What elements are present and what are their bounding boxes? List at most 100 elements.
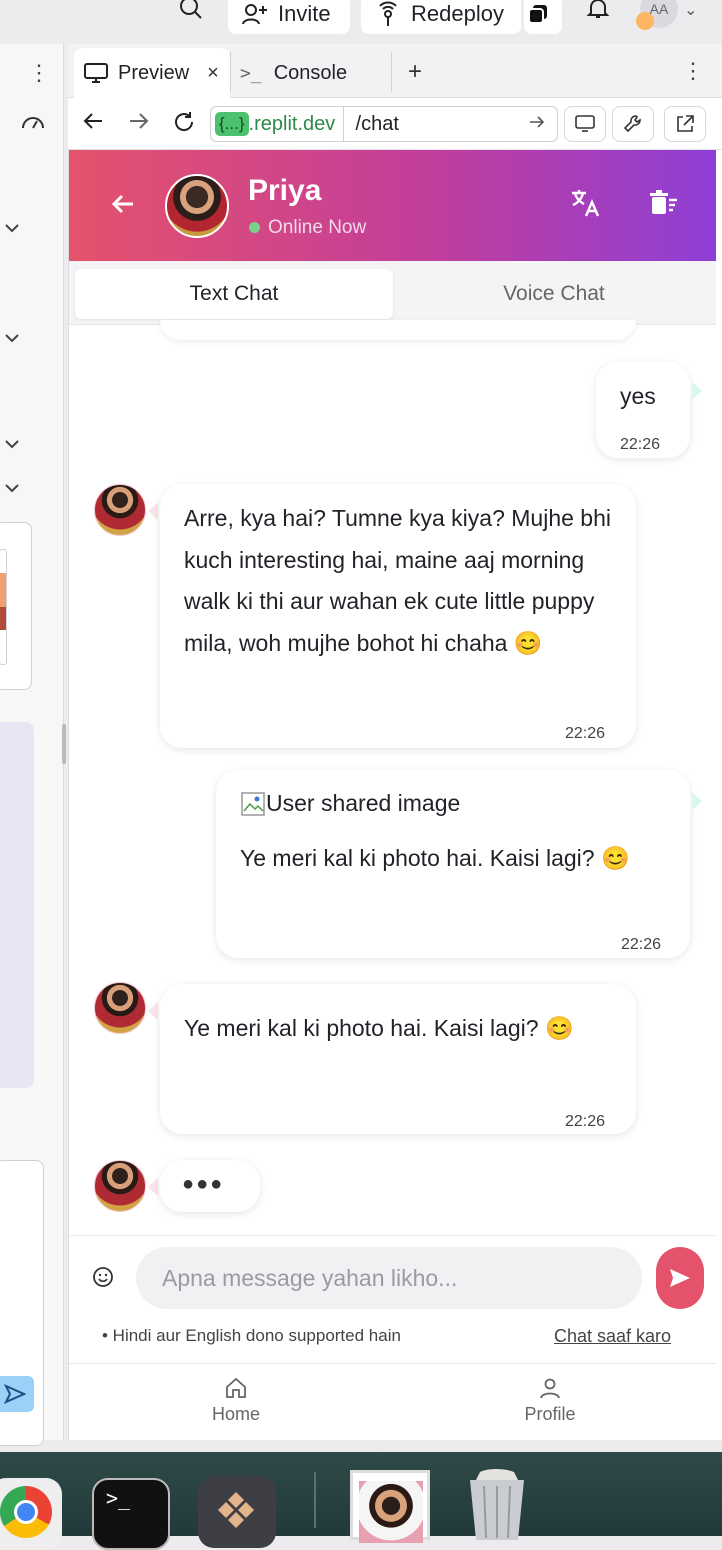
emoji-icon[interactable] <box>92 1266 114 1293</box>
add-tab-icon[interactable]: + <box>408 58 422 86</box>
resize-handle[interactable] <box>62 724 66 764</box>
avatar <box>94 484 146 536</box>
invite-button[interactable]: Invite <box>228 0 350 34</box>
send-button[interactable] <box>656 1247 704 1309</box>
back-arrow-icon[interactable] <box>82 110 104 137</box>
bubble-tail <box>692 792 702 810</box>
chat-header: Priya Online Now <box>69 150 716 261</box>
more-options-icon[interactable]: ⋮ <box>28 60 50 86</box>
message-input[interactable] <box>136 1247 642 1309</box>
clear-chat-link[interactable]: Chat saaf karo <box>554 1326 671 1347</box>
back-arrow-icon[interactable] <box>109 190 137 223</box>
avatar <box>94 982 146 1034</box>
typing-indicator: ●●● <box>160 1160 260 1212</box>
pane-tabbar: Preview × >_ Console + ⋮ <box>68 44 722 98</box>
devtools-button[interactable] <box>612 106 654 142</box>
tab-console-label: Console <box>273 61 348 84</box>
trash-icon[interactable] <box>462 1468 532 1540</box>
message-time: 22:26 <box>565 1113 606 1130</box>
home-icon <box>226 1377 246 1398</box>
tab-divider <box>230 52 231 92</box>
forward-arrow-icon[interactable] <box>128 110 150 137</box>
deploy-icon <box>379 1 397 26</box>
workspace-topbar: Invite Redeploy AA ⌄ <box>0 0 722 44</box>
user-icon <box>540 1378 560 1399</box>
status-text: Online Now <box>268 217 367 238</box>
bubble-tail <box>148 502 158 520</box>
thumbnail-card[interactable] <box>0 522 32 690</box>
redeploy-button[interactable]: Redeploy <box>361 0 521 34</box>
photo-stack-icon[interactable] <box>350 1470 430 1543</box>
nav-profile[interactable]: Profile <box>490 1376 610 1425</box>
terminal-app-icon[interactable]: >_ <box>92 1478 170 1550</box>
nav-home[interactable]: Home <box>176 1376 296 1425</box>
chevron-down-icon[interactable] <box>4 480 20 498</box>
send-icon <box>670 1269 690 1287</box>
left-panel: ⋮ <box>0 44 64 1446</box>
chevron-down-icon[interactable] <box>4 330 20 348</box>
search-icon[interactable] <box>178 0 204 27</box>
chevron-down-icon[interactable]: ⌄ <box>684 0 697 20</box>
avatar <box>94 1160 146 1212</box>
chevron-down-icon[interactable] <box>4 436 20 454</box>
avatar-initials: AA <box>649 1 669 17</box>
dock-divider <box>314 1472 316 1528</box>
sparkle-badge-icon <box>636 12 654 30</box>
clear-chat-icon[interactable] <box>649 188 679 223</box>
agent-panel <box>0 722 34 1088</box>
image-alt-text: User shared image <box>266 790 461 817</box>
tab-preview[interactable]: Preview × <box>74 48 230 98</box>
close-icon[interactable]: × <box>207 62 219 85</box>
tab-voice-chat[interactable]: Voice Chat <box>395 269 713 319</box>
go-arrow-icon[interactable] <box>529 115 545 134</box>
invite-label: Invite <box>278 1 331 26</box>
terminal-prompt-icon: >_ <box>106 1486 131 1510</box>
monitor-icon <box>84 63 108 83</box>
contact-name: Priya <box>248 174 322 207</box>
message-text: Ye meri kal ki photo hai. Kaisi lagi? 😊 <box>184 1015 574 1041</box>
translate-icon[interactable] <box>570 188 602 223</box>
shared-image[interactable]: User shared image <box>240 786 460 822</box>
external-link-icon <box>677 115 694 132</box>
previous-message-edge <box>160 320 636 340</box>
desktop-icon <box>575 115 595 132</box>
nav-home-label: Home <box>211 1404 260 1424</box>
tab-console[interactable]: >_ Console <box>240 48 390 98</box>
bubble-tail <box>148 1002 158 1020</box>
reload-icon[interactable] <box>172 110 196 139</box>
send-icon[interactable] <box>0 1376 34 1412</box>
bubble-tail <box>692 382 702 400</box>
host-badge: {...} <box>215 112 249 136</box>
photo-thumbnail <box>359 1481 423 1543</box>
message-text: Arre, kya hai? Tumne kya kiya? Mujhe bhi… <box>184 505 611 656</box>
user-message-bubble: yes 22:26 <box>596 362 690 458</box>
avatar[interactable] <box>165 174 229 238</box>
chevron-down-icon[interactable] <box>4 220 20 238</box>
host-text: .replit.dev <box>248 112 336 135</box>
bottom-nav: Home Profile <box>69 1363 716 1440</box>
terminal-icon: >_ <box>240 62 262 84</box>
app-icon[interactable] <box>198 1476 276 1548</box>
chrome-app-icon[interactable] <box>0 1478 62 1550</box>
extensions-button[interactable] <box>524 0 562 34</box>
bubble-tail <box>148 1178 158 1196</box>
device-preview-button[interactable] <box>564 106 606 142</box>
add-user-icon <box>242 4 267 25</box>
stack-icon <box>528 5 547 24</box>
user-message-bubble: User shared image Ye meri kal ki photo h… <box>216 770 690 958</box>
message-time: 22:26 <box>565 725 606 742</box>
open-new-tab-button[interactable] <box>664 106 706 142</box>
tab-text-chat[interactable]: Text Chat <box>75 269 393 319</box>
more-options-icon[interactable]: ⋮ <box>682 58 704 84</box>
redeploy-label: Redeploy <box>411 1 504 26</box>
typing-dots: ●●● <box>182 1173 225 1195</box>
nav-profile-label: Profile <box>524 1404 576 1424</box>
dock: >_ <box>0 1452 722 1550</box>
bell-icon[interactable] <box>586 0 610 25</box>
wrench-icon <box>623 115 641 133</box>
address-field[interactable]: {...} .replit.dev /chat <box>210 106 558 142</box>
speedometer-icon[interactable] <box>20 112 46 137</box>
broken-image-icon <box>241 792 265 816</box>
language-hint: • Hindi aur English dono supported hain <box>102 1326 401 1345</box>
bot-message-bubble: Ye meri kal ki photo hai. Kaisi lagi? 😊 … <box>160 984 636 1134</box>
